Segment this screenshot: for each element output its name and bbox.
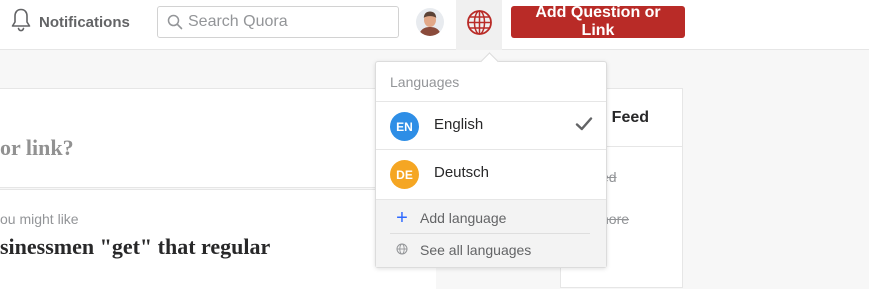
feed-story-card: ou might like sinessmen "get" that regul… [0,189,436,289]
bell-icon [9,7,33,38]
language-badge: EN [390,112,419,141]
avatar[interactable] [416,8,444,36]
question-title[interactable]: sinessmen "get" that regular [0,234,270,260]
search-input[interactable] [188,7,388,37]
footer-divider [390,233,590,234]
add-language-label: Add language [420,210,507,226]
search-box[interactable] [157,6,399,38]
suggestion-label: ou might like [0,211,79,227]
add-question-button[interactable]: Add Question or Link [511,4,685,39]
language-option-deutsch[interactable]: DE Deutsch [376,150,606,198]
dropdown-title: Languages [376,62,606,102]
ask-prompt-text[interactable]: or link? [0,135,74,161]
language-option-english[interactable]: EN English [376,102,606,150]
see-all-languages-label: See all languages [420,242,532,258]
top-nav: Notifications Add Q [0,0,869,50]
see-all-languages-link[interactable]: See all languages [394,240,531,260]
language-name: Deutsch [434,164,490,181]
sidebar-title: r Feed [601,109,650,126]
add-language-link[interactable]: + Add language [394,208,506,228]
language-name: English [434,116,484,133]
dropdown-footer: + Add language See all languages [376,199,606,267]
language-badge: DE [390,160,419,189]
ask-question-card: or link? [0,88,436,188]
plus-icon: + [396,207,408,229]
language-dropdown: Languages EN English DE Deutsch + Add la… [375,52,607,268]
notifications-nav-item[interactable]: Notifications [9,8,130,36]
small-globe-icon [394,242,420,258]
language-switcher-button[interactable] [456,0,502,50]
notifications-label: Notifications [39,13,130,31]
